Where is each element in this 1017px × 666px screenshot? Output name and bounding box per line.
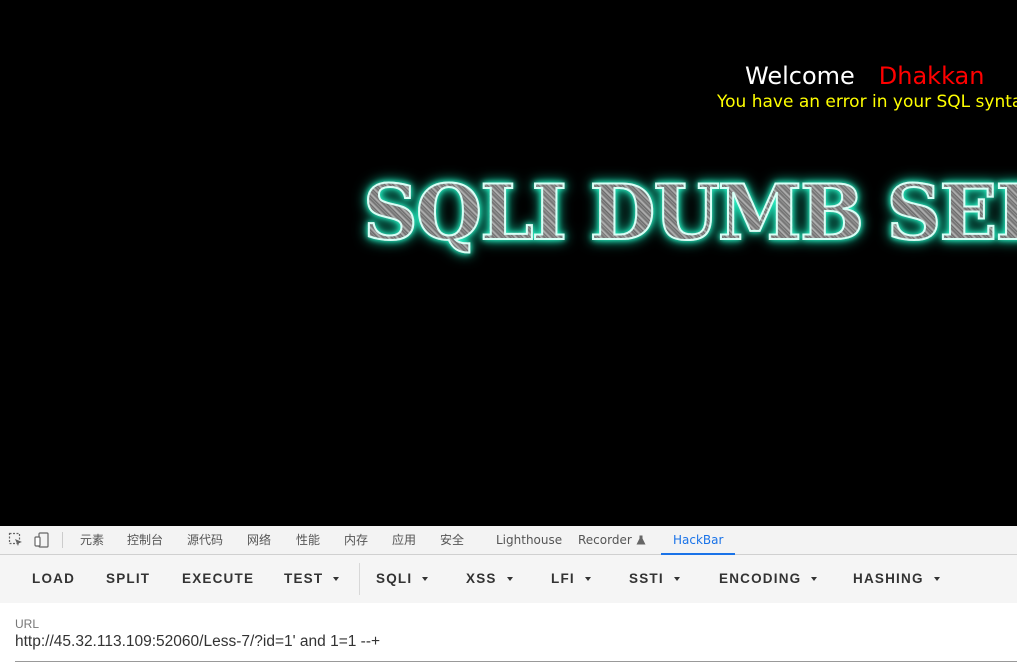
tab-lighthouse[interactable]: Lighthouse: [496, 526, 562, 554]
chevron-down-icon: [333, 577, 340, 582]
url-section: URL: [0, 603, 1017, 666]
chevron-down-icon: [811, 577, 818, 582]
sqli-label: SQLI: [376, 571, 413, 586]
flask-icon: [636, 535, 646, 545]
username-text: Dhakkan: [878, 62, 985, 90]
xss-label: XSS: [466, 571, 497, 586]
chevron-down-icon: [584, 577, 591, 582]
devtools-panel: 元素 控制台 源代码 网络 性能 内存 应用 安全 Lighthouse Rec…: [0, 526, 1017, 666]
toolbar-divider: [359, 563, 360, 595]
xss-dropdown[interactable]: XSS: [466, 555, 513, 603]
execute-button[interactable]: EXECUTE: [182, 555, 254, 603]
page-viewport: Welcome Dhakkan You have an error in your…: [0, 0, 1017, 526]
chevron-down-icon: [506, 577, 513, 582]
chevron-down-icon: [673, 577, 680, 582]
lfi-dropdown[interactable]: LFI: [551, 555, 591, 603]
url-label: URL: [15, 617, 40, 631]
devtools-separator: [62, 532, 63, 548]
split-button[interactable]: SPLIT: [106, 555, 150, 603]
test-dropdown[interactable]: TEST: [284, 555, 340, 603]
sqli-dropdown[interactable]: SQLI: [376, 555, 429, 603]
tab-security[interactable]: 安全: [440, 526, 464, 554]
tab-performance[interactable]: 性能: [296, 526, 320, 554]
tab-console[interactable]: 控制台: [127, 526, 163, 554]
tab-sources[interactable]: 源代码: [187, 526, 223, 554]
sqli-banner-image: SQLI DUMB SERIES: [362, 167, 1017, 258]
url-input[interactable]: [15, 633, 1017, 651]
devtools-tabbar: 元素 控制台 源代码 网络 性能 内存 应用 安全 Lighthouse Rec…: [0, 526, 1017, 555]
encoding-dropdown[interactable]: ENCODING: [719, 555, 818, 603]
hackbar-toolbar: LOAD SPLIT EXECUTE TEST SQLI XSS LFI SST…: [0, 555, 1017, 604]
inspect-element-icon[interactable]: [8, 532, 24, 548]
sql-error-message: You have an error in your SQL syntax: [717, 92, 1017, 112]
hashing-label: HASHING: [853, 571, 924, 586]
tab-network[interactable]: 网络: [247, 526, 271, 554]
tab-hackbar[interactable]: HackBar: [660, 526, 737, 555]
test-label: TEST: [284, 571, 324, 586]
chevron-down-icon: [422, 577, 429, 582]
lfi-label: LFI: [551, 571, 575, 586]
tab-application[interactable]: 应用: [392, 526, 416, 554]
hashing-dropdown[interactable]: HASHING: [853, 555, 940, 603]
encoding-label: ENCODING: [719, 571, 802, 586]
device-toolbar-icon[interactable]: [34, 532, 50, 548]
url-underline: [15, 661, 1017, 662]
ssti-dropdown[interactable]: SSTI: [629, 555, 680, 603]
ssti-label: SSTI: [629, 571, 664, 586]
tab-elements[interactable]: 元素: [80, 526, 104, 554]
tab-recorder[interactable]: Recorder: [578, 526, 646, 554]
chevron-down-icon: [933, 577, 940, 582]
tab-memory[interactable]: 内存: [344, 526, 368, 554]
load-button[interactable]: LOAD: [32, 555, 75, 603]
tab-recorder-label: Recorder: [578, 533, 632, 547]
welcome-text: Welcome: [745, 62, 855, 90]
welcome-line: Welcome Dhakkan: [745, 62, 984, 90]
